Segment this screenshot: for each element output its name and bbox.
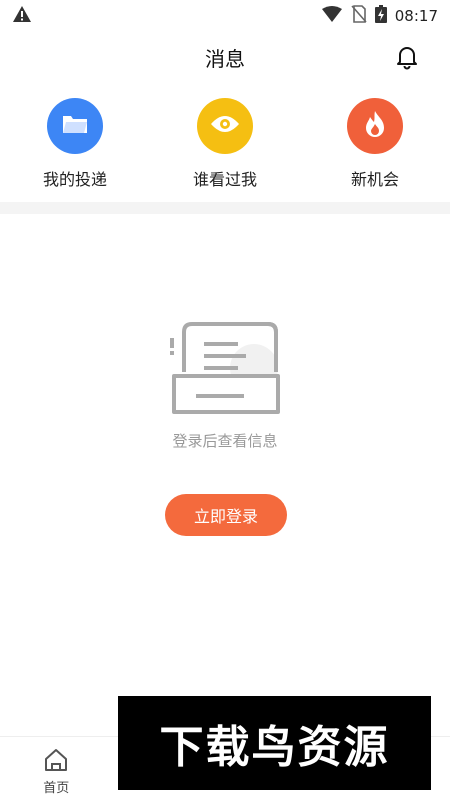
- shortcut-my-applications[interactable]: 我的投递: [15, 98, 135, 198]
- notification-bell-icon[interactable]: [394, 44, 420, 70]
- status-bar: 08:17: [0, 0, 450, 32]
- tab-home[interactable]: 首页: [0, 737, 112, 796]
- login-button[interactable]: 立即登录: [165, 494, 287, 536]
- empty-state-message: 登录后查看信息: [172, 432, 278, 450]
- warning-icon: [12, 5, 32, 27]
- section-divider: [0, 202, 450, 214]
- folder-icon: [61, 112, 89, 140]
- eye-icon: [210, 114, 240, 138]
- shortcut-who-viewed-me[interactable]: 谁看过我: [165, 98, 285, 198]
- battery-charging-icon: [374, 5, 387, 27]
- shortcut-label: 我的投递: [42, 170, 107, 189]
- watermark-overlay: 下载鸟资源: [118, 696, 431, 790]
- no-sim-icon: [351, 5, 367, 27]
- shortcut-circle: [347, 98, 403, 154]
- empty-inbox-illustration: [168, 318, 284, 418]
- status-icons: 08:17: [321, 5, 438, 27]
- header: 消息: [0, 32, 450, 82]
- flame-icon: [364, 110, 386, 142]
- shortcut-circle: [197, 98, 253, 154]
- shortcut-new-opportunities[interactable]: 新机会: [315, 98, 435, 198]
- status-time: 08:17: [394, 7, 438, 25]
- shortcut-label: 新机会: [350, 170, 399, 189]
- page-title: 消息: [205, 46, 245, 71]
- tab-label: 首页: [43, 781, 70, 796]
- shortcut-label: 谁看过我: [192, 170, 257, 189]
- wifi-icon: [321, 6, 343, 26]
- shortcut-row: 我的投递 谁看过我 新机会: [0, 98, 450, 198]
- shortcut-circle: [47, 98, 103, 154]
- home-icon: [43, 747, 69, 773]
